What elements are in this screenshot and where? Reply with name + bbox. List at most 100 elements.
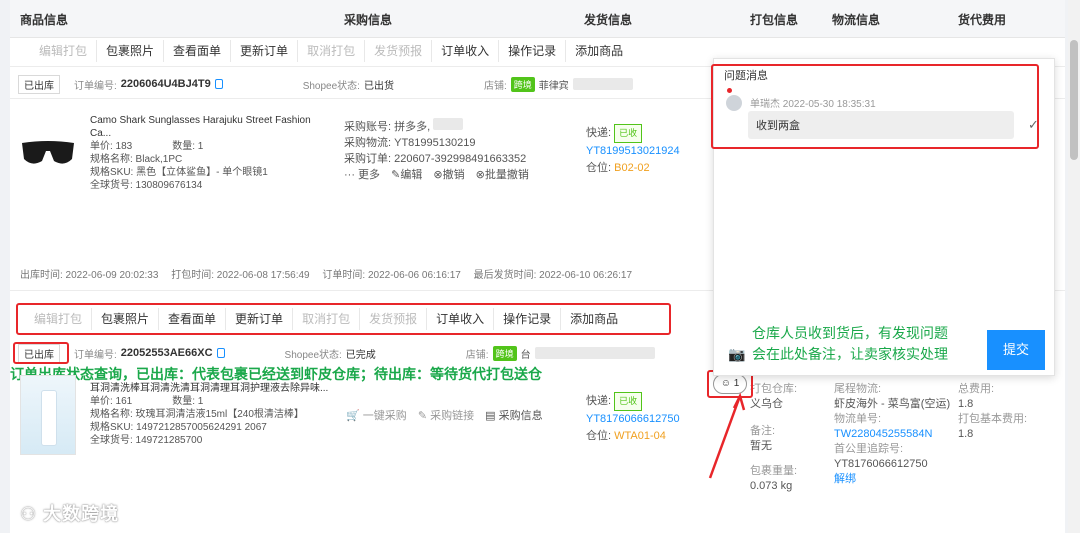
logistics-no[interactable]: TW228045255584N	[834, 427, 954, 442]
warehouse-annotation-2: 会在此处备注，让卖家核实处理	[752, 346, 948, 362]
warehouse-pos-label: 仓位:	[586, 430, 612, 442]
order-list-panel: 商品信息 采购信息 发货信息 打包信息 物流信息 货代费用 编辑打包 包裹照片 …	[10, 0, 1065, 533]
scrollbar-thumb[interactable]	[1070, 40, 1078, 160]
order2-infobar: 已出库 订单编号: 22052553AE66XC Shopee状态: 已完成 店…	[10, 339, 702, 367]
unbind-link[interactable]: 解绑	[834, 472, 954, 487]
order1-no: 2206064U4BJ4T9	[120, 78, 211, 90]
out-time: 出库时间: 2022-06-09 20:02:33	[20, 270, 159, 281]
arrow-icon	[708, 392, 746, 479]
cancel-icon[interactable]: ⊗	[433, 169, 442, 181]
received-tag: 已收	[614, 124, 643, 143]
vertical-scrollbar[interactable]	[1068, 0, 1080, 533]
order1-purchase-info: 采购账号: 拼多多, 采购物流: YT81995130219 采购订单: 220…	[344, 118, 574, 183]
purchase-order: 采购订单: 220607-392998491663352	[344, 153, 527, 165]
tracking-link[interactable]: YT8199513021924	[586, 143, 706, 160]
table-header: 商品信息 采购信息 发货信息 打包信息 物流信息 货代费用	[10, 0, 1065, 38]
cancel-pack-button[interactable]: 取消打包	[298, 40, 366, 62]
sunglasses-image	[22, 141, 74, 164]
order2-packing-info: 打包仓库: 义乌仓 备注: 暂无 包裹重量: 0.073 kg	[750, 382, 830, 494]
spec-sku: 规格SKU: 黑色【立体鲨鱼】- 单个眼镜1	[90, 167, 268, 178]
more-link[interactable]: ··· 更多	[344, 169, 380, 181]
express-label: 快递:	[586, 395, 612, 407]
batch-cancel-icon[interactable]: ⊗	[476, 169, 485, 181]
camera-icon[interactable]: 📷	[728, 346, 745, 363]
warehouse-pos: WTA01-04	[614, 430, 666, 442]
watermark-logo-icon: ⚇	[20, 504, 38, 524]
received-tag: 已收	[614, 392, 643, 411]
header-packing: 打包信息	[750, 13, 799, 27]
order1-shipping-info: 快递: 已收 YT8199513021924 仓位: B02-02	[586, 124, 706, 177]
pkg-weight: 0.073 kg	[750, 480, 793, 492]
order-income-button[interactable]: 订单收入	[432, 40, 500, 62]
order1-no-label: 订单编号:	[74, 80, 117, 92]
unit-price: 单价: 183	[90, 141, 133, 152]
submit-button[interactable]: 提交	[987, 330, 1045, 370]
one-click-purchase-link[interactable]: 🛒 一键采购	[346, 410, 407, 422]
order2-logistics-info: 尾程物流: 虾皮海外 - 菜鸟富(空运) 物流单号: TW22804525558…	[834, 382, 954, 487]
pack-wh-label: 打包仓库:	[750, 383, 798, 395]
global-no: 全球货号: 149721285700	[90, 435, 203, 446]
pack-time: 打包时间: 2022-06-08 17:56:49	[171, 270, 310, 281]
order2-fee-info: 总费用: 1.8 打包基本费用: 1.8	[958, 382, 1058, 442]
view-sheet-button[interactable]: 查看面单	[164, 40, 232, 62]
purchase-link[interactable]: ✎ 采购链接	[418, 410, 474, 422]
order2-shop-name: 台	[520, 349, 531, 361]
watermark: ⚇ 大数跨境	[20, 500, 119, 526]
add-product-button[interactable]: 添加商品	[566, 40, 632, 62]
order-time: 订单时间: 2022-06-06 06:16:17	[322, 270, 461, 281]
tracking-link[interactable]: YT8176066612750	[586, 411, 706, 428]
header-purchase: 采购信息	[344, 13, 393, 27]
cancel-link[interactable]: 撤销	[443, 169, 465, 181]
cross-border-tag: 跨境	[510, 76, 535, 92]
order1-shop-label: 店铺:	[483, 80, 507, 92]
logistics: 虾皮海外 - 菜鸟富(空运)	[834, 398, 951, 410]
purchase-account: 采购账号: 拼多多,	[344, 121, 431, 133]
package-photo-button[interactable]: 包裹照片	[97, 40, 165, 62]
watermark-text: 大数跨境	[43, 504, 120, 524]
remark: 暂无	[750, 440, 772, 452]
cross-border-tag: 跨境	[492, 345, 517, 361]
order1-status-badge: 已出库	[18, 74, 60, 94]
order1-toolbar: 编辑打包 包裹照片 查看面单 更新订单 取消打包 发货预报 订单收入 操作记录 …	[30, 38, 632, 64]
batch-cancel-link[interactable]: 批量撤销	[485, 169, 529, 181]
product-name[interactable]: 耳洞清洗棒耳洞清洗清耳洞清理耳洞护理液去除异味...	[90, 382, 330, 395]
ship-report-button[interactable]: 发货预报	[365, 40, 433, 62]
status-annotation: 订单出库状态查询，已出库：代表包裹已经送到虾皮仓库；待出库：等待货代打包送仓	[10, 366, 542, 382]
redacted-block	[433, 118, 464, 130]
edit-link[interactable]: 编辑	[400, 169, 422, 181]
warehouse-pos: B02-02	[614, 162, 650, 174]
op-log-button[interactable]: 操作记录	[499, 40, 567, 62]
header-fee: 货代费用	[958, 13, 1007, 27]
purchase-info-link[interactable]: ▤ 采购信息	[485, 410, 542, 422]
order1-shopee-status: 已出货	[363, 80, 394, 92]
quantity: 数量: 1	[172, 141, 204, 152]
order2-shop-label: 店铺:	[465, 349, 489, 361]
edit-icon[interactable]: ✎	[391, 169, 400, 181]
order2-no-label: 订单编号:	[74, 349, 117, 361]
total-fee: 1.8	[958, 398, 974, 410]
ear-cleaner-image	[20, 375, 76, 455]
order2-shopee-label: Shopee状态:	[284, 349, 342, 361]
copy-icon[interactable]	[216, 348, 225, 358]
redacted-block	[572, 78, 633, 90]
first-mile: YT8176066612750	[834, 458, 928, 470]
pack-wh: 义乌仓	[750, 398, 783, 410]
remark-label: 备注:	[750, 425, 776, 437]
edit-pack-button[interactable]: 编辑打包	[30, 40, 98, 62]
spec-name: 规格名称: Black,1PC	[90, 154, 183, 165]
order2-shipping-info: 快递: 已收 YT8176066612750 仓位: WTA01-04	[586, 392, 706, 445]
pack-fee: 1.8	[958, 428, 974, 440]
global-no: 全球货号: 130809676134	[90, 180, 203, 191]
warehouse-annotation-1: 仓库人员收到货后，有发现问题	[752, 325, 948, 341]
pkg-weight-label: 包裹重量:	[750, 465, 798, 477]
update-order-button[interactable]: 更新订单	[231, 40, 299, 62]
order2-purchase-actions: 🛒 一键采购 ✎ 采购链接 ▤ 采购信息	[346, 410, 576, 423]
spec-sku: 规格SKU: 1497212857005624291 2067	[90, 422, 267, 433]
message-highlight	[711, 64, 1039, 149]
spec-name: 规格名称: 玫瑰耳洞清洁液15ml【240根清洁棒】	[90, 409, 304, 420]
product-name[interactable]: Camo Shark Sunglasses Harajuku Street Fa…	[90, 114, 330, 140]
copy-icon[interactable]	[214, 79, 223, 89]
header-shipping: 发货信息	[584, 13, 633, 27]
express-label: 快递:	[586, 127, 612, 139]
order1-shopee-label: Shopee状态:	[302, 80, 360, 92]
